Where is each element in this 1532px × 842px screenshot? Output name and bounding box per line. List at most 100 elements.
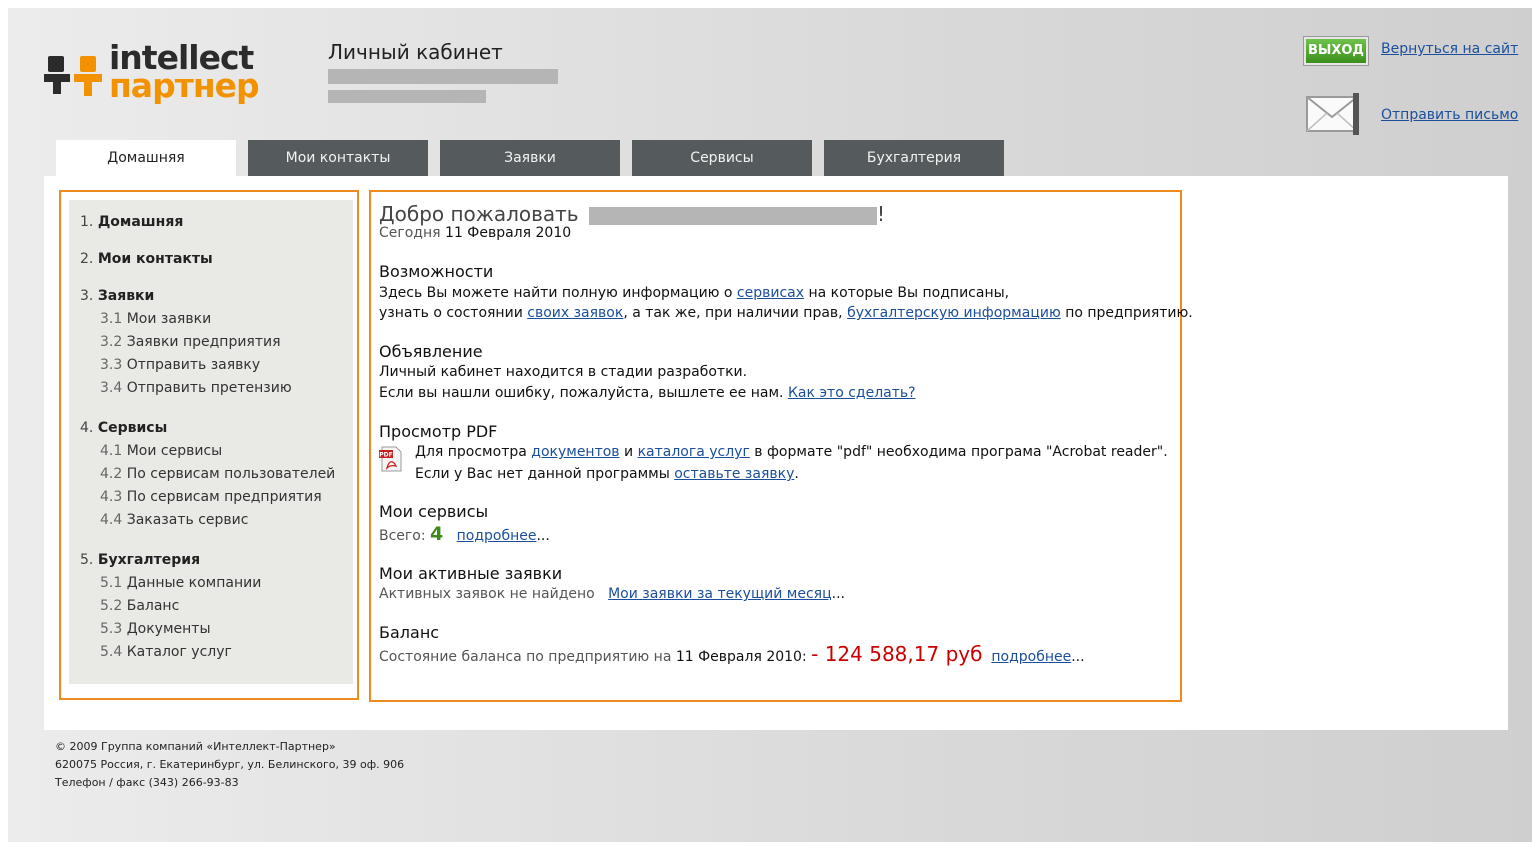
month-requests-link[interactable]: Мои заявки за текущий месяц <box>608 586 832 602</box>
sidebar-subitem-catalog[interactable]: 5.4 Каталог услуг <box>100 644 232 660</box>
logo[interactable]: intellect партнер <box>44 40 274 106</box>
services-total-label: Всего: <box>379 528 426 544</box>
requests-none-text: Активных заявок не найдено <box>379 586 595 602</box>
requests-ellipsis: ... <box>831 586 845 602</box>
menu-number: 3.4 <box>100 380 123 396</box>
leave-request-link[interactable]: оставьте заявку <box>674 466 794 482</box>
logo-text-partner: партнер <box>109 66 260 105</box>
sidebar-subitem-company-services[interactable]: 4.3 По сервисам предприятия <box>100 489 322 505</box>
catalog-link[interactable]: каталога услуг <box>638 444 750 460</box>
tab-services[interactable]: Сервисы <box>632 140 812 176</box>
pdf-line-2: Если у Вас нет данной программы оставьте… <box>415 466 799 482</box>
menu-number: 5.4 <box>100 644 123 660</box>
footer: © 2009 Группа компаний «Интеллект-Партне… <box>55 738 404 792</box>
sidebar-item-accounting[interactable]: 5. Бухгалтерия <box>80 552 200 568</box>
balance-more-link[interactable]: подробнее <box>991 649 1071 665</box>
features-title: Возможности <box>379 262 494 281</box>
welcome-heading: Добро пожаловать ! <box>379 202 885 226</box>
exit-button[interactable]: ВЫХОД <box>1304 37 1368 65</box>
menu-number: 4.1 <box>100 443 123 459</box>
sidebar-subitem-order-service[interactable]: 4.4 Заказать сервис <box>100 512 248 528</box>
pdf-text: в формате "pdf" необходима програма "Acr… <box>749 444 1168 460</box>
sidebar-item-requests[interactable]: 3. Заявки <box>80 288 154 304</box>
sidebar-item-contacts[interactable]: 2. Мои контакты <box>80 251 213 267</box>
sidebar-subitem-user-services[interactable]: 4.2 По сервисам пользователей <box>100 466 335 482</box>
redacted-user-fullname <box>588 206 877 225</box>
balance-title: Баланс <box>379 623 440 642</box>
menu-number: 3.3 <box>100 357 123 373</box>
redacted-user-name <box>328 90 486 103</box>
send-mail-link[interactable]: Отправить письмо <box>1381 107 1518 123</box>
balance-amount: - 124 588,17 руб <box>811 642 983 666</box>
footer-address: 620075 Россия, г. Екатеринбург, ул. Бели… <box>55 758 405 771</box>
menu-number: 5.1 <box>100 575 123 591</box>
sidebar-item-label: Данные компании <box>126 575 262 591</box>
welcome-exclamation: ! <box>876 202 885 226</box>
menu-number: 2. <box>80 251 94 267</box>
sidebar-item-label: По сервисам пользователей <box>126 466 336 482</box>
redacted-company-name <box>328 69 558 84</box>
menu-number: 3. <box>80 288 94 304</box>
menu-number: 5.3 <box>100 621 123 637</box>
pdf-line-1: Для просмотра документов и каталога услу… <box>415 444 1168 460</box>
sidebar-item-label: Мои сервисы <box>126 443 223 459</box>
documents-link[interactable]: документов <box>531 444 619 460</box>
how-to-link[interactable]: Как это сделать? <box>788 385 916 401</box>
sidebar: 1. Домашняя 2. Мои контакты 3. Заявки 3.… <box>59 190 359 700</box>
pdf-text: и <box>619 444 638 460</box>
tab-home[interactable]: Домашняя <box>56 140 236 176</box>
balance-ellipsis: ... <box>1071 649 1085 665</box>
sidebar-subitem-send-claim[interactable]: 3.4 Отправить претензию <box>100 380 292 396</box>
sidebar-item-label: Бухгалтерия <box>97 552 201 568</box>
sidebar-subitem-my-services[interactable]: 4.1 Мои сервисы <box>100 443 222 459</box>
sidebar-item-label: Каталог услуг <box>126 644 232 660</box>
balance-summary: Состояние баланса по предприятию на 11 Ф… <box>379 642 1085 666</box>
sidebar-subitem-my-requests[interactable]: 3.1 Мои заявки <box>100 311 211 327</box>
sidebar-subitem-company-requests[interactable]: 3.2 Заявки предприятия <box>100 334 281 350</box>
sidebar-subitem-balance[interactable]: 5.2 Баланс <box>100 598 179 614</box>
services-link[interactable]: сервисах <box>737 285 804 301</box>
main-panel: Добро пожаловать ! Сегодня 11 Февраля 20… <box>369 190 1193 702</box>
services-count: 4 <box>430 523 444 545</box>
sidebar-item-label: Заявки предприятия <box>126 334 281 350</box>
sidebar-menu: 1. Домашняя 2. Мои контакты 3. Заявки 3.… <box>69 200 353 684</box>
announce-line-1: Личный кабинет находится в стадии разраб… <box>379 364 748 380</box>
sidebar-subitem-send-request[interactable]: 3.3 Отправить заявку <box>100 357 260 373</box>
menu-number: 3.1 <box>100 311 123 327</box>
features-text: , а так же, при наличии прав, <box>623 305 848 321</box>
accounting-info-link[interactable]: бухгалтерскую информацию <box>847 305 1061 321</box>
services-title: Мои сервисы <box>379 502 489 521</box>
tab-requests[interactable]: Заявки <box>440 140 620 176</box>
sidebar-subitem-company-data[interactable]: 5.1 Данные компании <box>100 575 261 591</box>
sidebar-item-label: Сервисы <box>97 420 168 436</box>
footer-phone: Телефон / факс (343) 266-93-83 <box>55 776 239 789</box>
envelope-icon[interactable] <box>1305 93 1361 135</box>
tab-accounting[interactable]: Бухгалтерия <box>824 140 1004 176</box>
menu-number: 3.2 <box>100 334 123 350</box>
services-ellipsis: ... <box>536 528 550 544</box>
sidebar-item-services[interactable]: 4. Сервисы <box>80 420 167 436</box>
sidebar-item-label: Заказать сервис <box>126 512 249 528</box>
menu-number: 4.4 <box>100 512 123 528</box>
services-more-link[interactable]: подробнее <box>457 528 537 544</box>
sidebar-item-label: Отправить заявку <box>126 357 261 373</box>
back-to-site-link[interactable]: Вернуться на сайт <box>1381 41 1518 57</box>
requests-title: Мои активные заявки <box>379 564 563 583</box>
sidebar-item-label: Заявки <box>97 288 155 304</box>
welcome-text: Добро пожаловать <box>379 202 579 226</box>
my-requests-link[interactable]: своих заявок <box>527 305 623 321</box>
features-line-2: узнать о состоянии своих заявок, а так ж… <box>379 305 1193 321</box>
sidebar-item-home[interactable]: 1. Домашняя <box>80 214 183 230</box>
features-text: по предприятию. <box>1060 305 1193 321</box>
announce-title: Объявление <box>379 342 483 361</box>
services-summary: Всего: 4 подробнее... <box>379 523 550 545</box>
pdf-text: Для просмотра <box>415 444 532 460</box>
menu-number: 4.3 <box>100 489 123 505</box>
today-line: Сегодня 11 Февраля 2010 <box>379 225 571 241</box>
tab-contacts[interactable]: Мои контакты <box>248 140 428 176</box>
menu-number: 4. <box>80 420 94 436</box>
menu-number: 1. <box>80 214 94 230</box>
sidebar-item-label: Мои заявки <box>126 311 212 327</box>
sidebar-subitem-documents[interactable]: 5.3 Документы <box>100 621 211 637</box>
menu-number: 5. <box>80 552 94 568</box>
